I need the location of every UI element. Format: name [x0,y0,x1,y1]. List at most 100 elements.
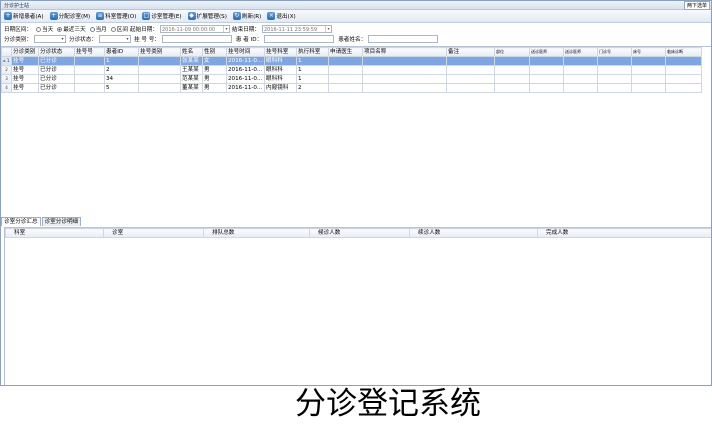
column-header[interactable]: 部位 [494,47,530,57]
table-cell [631,56,666,66]
table-cell [529,56,564,66]
toolbar-button[interactable]: + 新增患者(A) [3,11,45,22]
table-row[interactable]: ▸ 1 挂号 已分诊 1 张某某女 2016-11-0... 眼科科 1 [1,56,702,66]
column-header[interactable]: 分诊状态 [38,47,75,57]
summary-column-header[interactable]: 续诊人数 [409,228,538,238]
date-option-radio[interactable] [110,26,116,32]
category-label: 分诊类别： [4,37,32,43]
date-option-radio[interactable] [89,26,95,32]
column-header[interactable]: 性别 [202,47,227,57]
toolbar-button[interactable]: + 分配诊室(M) [49,11,92,22]
table-cell [74,65,105,75]
clinic-room-icon: □ [142,12,151,20]
status-select[interactable]: ▾ [98,35,131,43]
table-cell [328,65,363,75]
date-option-radio[interactable] [57,26,63,32]
column-header[interactable]: 挂号类别 [138,47,181,57]
reg-no-input[interactable] [161,35,232,43]
column-header[interactable]: 临床诊断 [665,47,702,57]
toolbar-button[interactable]: × 退出(X) [266,11,296,22]
table-cell [665,56,702,66]
tab-room-detail[interactable]: 诊室分诊明细 [41,217,82,226]
table-cell [631,74,666,84]
table-cell [74,56,105,66]
table-cell [665,74,702,84]
table-cell: 1 [296,56,329,66]
table-cell [631,83,666,93]
table-cell: 1 [104,56,139,66]
date-option-radio[interactable] [35,26,41,32]
table-cell [138,65,181,75]
end-date-field[interactable]: 2016-11-11 23:59:59 ▾ [261,25,332,33]
summary-column-header[interactable]: 候诊人数 [309,228,410,238]
patient-grid[interactable]: 分诊类别 分诊状态 挂号号 患者ID 挂号类别 姓名 性别 挂号时间 挂号科室 执行科室 申请医生项… [1,46,711,215]
column-header[interactable]: 挂号时间 [226,47,265,57]
column-header[interactable]: 送诊医师 [563,47,598,57]
patient-name-label: 患者姓名： [338,37,367,43]
column-header[interactable]: 门诊号 [597,47,632,57]
toolbar-button-label: 扩展管理(S) [196,14,227,20]
table-cell: 董某某 [180,83,203,93]
table-cell [529,83,564,93]
column-header[interactable]: 备注 [446,47,495,57]
column-header[interactable]: 挂号号 [74,47,105,57]
column-header[interactable]: 挂号科室 [264,47,297,57]
toolbar-button[interactable]: ≡ 科室管理(O) [95,11,137,22]
table-cell: 张某某 [180,56,203,66]
table-row[interactable]: 2 挂号 已分诊 2 王某某男 2016-11-0... 眼科科 1 [1,65,702,75]
table-cell: 王某某 [180,65,203,75]
column-header[interactable]: 床号 [631,47,666,57]
table-cell: 已分诊 [38,56,75,66]
start-date-label: 起始日期： [129,27,158,33]
table-row[interactable]: 4 挂号 已分诊 5 董某某男 2016-11-0... 内窥镜科 2 [1,83,702,93]
column-header[interactable]: 姓名 [180,47,203,57]
start-date-field[interactable]: 2016-11-09 00:00:00 ▾ [159,25,230,33]
column-header[interactable]: 送诊医师 [529,47,564,57]
column-header[interactable]: 执行科室 [296,47,329,57]
table-cell: 男 [202,83,227,93]
column-header[interactable]: 分诊类别 [11,47,39,57]
toolbar-button-label: 新增患者(A) [13,14,44,20]
summary-grid[interactable]: 科室 诊室 排队总数 候诊人数 续诊人数 完成人数 [4,227,711,385]
summary-column-header[interactable]: 排队总数 [203,228,310,238]
table-cell [563,56,598,66]
summary-column-header[interactable]: 完成人数 [537,228,711,238]
toolbar-button[interactable]: ↻ 刷新(R) [232,11,262,22]
bottom-tab-bar: 诊室分诊汇总 诊室分诊明细 [1,217,82,226]
column-header[interactable]: 申请医生 [328,47,363,57]
table-cell: 眼科科 [264,74,297,84]
table-cell: 2016-11-0... [226,74,265,84]
table-cell [446,74,495,84]
table-cell [597,74,632,84]
table-cell: 2016-11-0... [226,83,265,93]
app-window: 分诊护士站 两下选单 + 新增患者(A) + 分配诊室(M) ≡ 科室管理(O) □ 诊室管理… [0,0,712,386]
table-row[interactable]: 3 挂号 已分诊 34 范某某男 2016-11-0... 眼科科 1 [1,74,702,84]
title-bar: 分诊护士站 两下选单 [1,1,711,10]
patient-name-input[interactable] [368,35,439,43]
toolbar-button-label: 刷新(R) [241,14,262,20]
column-header[interactable]: 患者ID [104,47,139,57]
date-option-label: 当月 [95,27,107,33]
table-cell [328,56,363,66]
toolbar-button[interactable]: □ 诊室管理(E) [141,11,182,22]
toolbar-button[interactable]: ◆ 扩展管理(S) [187,11,228,22]
tab-room-summary[interactable]: 诊室分诊汇总 [1,217,41,226]
table-cell [138,56,181,66]
table-cell [665,83,702,93]
table-cell [446,65,495,75]
column-header[interactable]: 项目名称 [362,47,447,57]
summary-column-header[interactable]: 科室 [5,228,104,238]
system-caption: 分诊登记系统 [295,386,481,422]
end-date-dropdown-icon[interactable]: ▾ [324,26,331,32]
category-select[interactable]: ▾ [33,35,66,43]
end-date-value: 2016-11-11 23:59:59 [263,27,318,33]
table-cell: 已分诊 [38,74,75,84]
patient-id-input[interactable] [264,35,335,43]
start-date-dropdown-icon[interactable]: ▾ [222,26,229,32]
table-cell [563,83,598,93]
table-cell [138,74,181,84]
table-cell: 眼科科 [264,56,297,66]
summary-column-header[interactable]: 诊室 [103,228,204,238]
corner-menu-button[interactable]: 两下选单 [683,1,710,10]
row-number: 2 [1,65,12,75]
